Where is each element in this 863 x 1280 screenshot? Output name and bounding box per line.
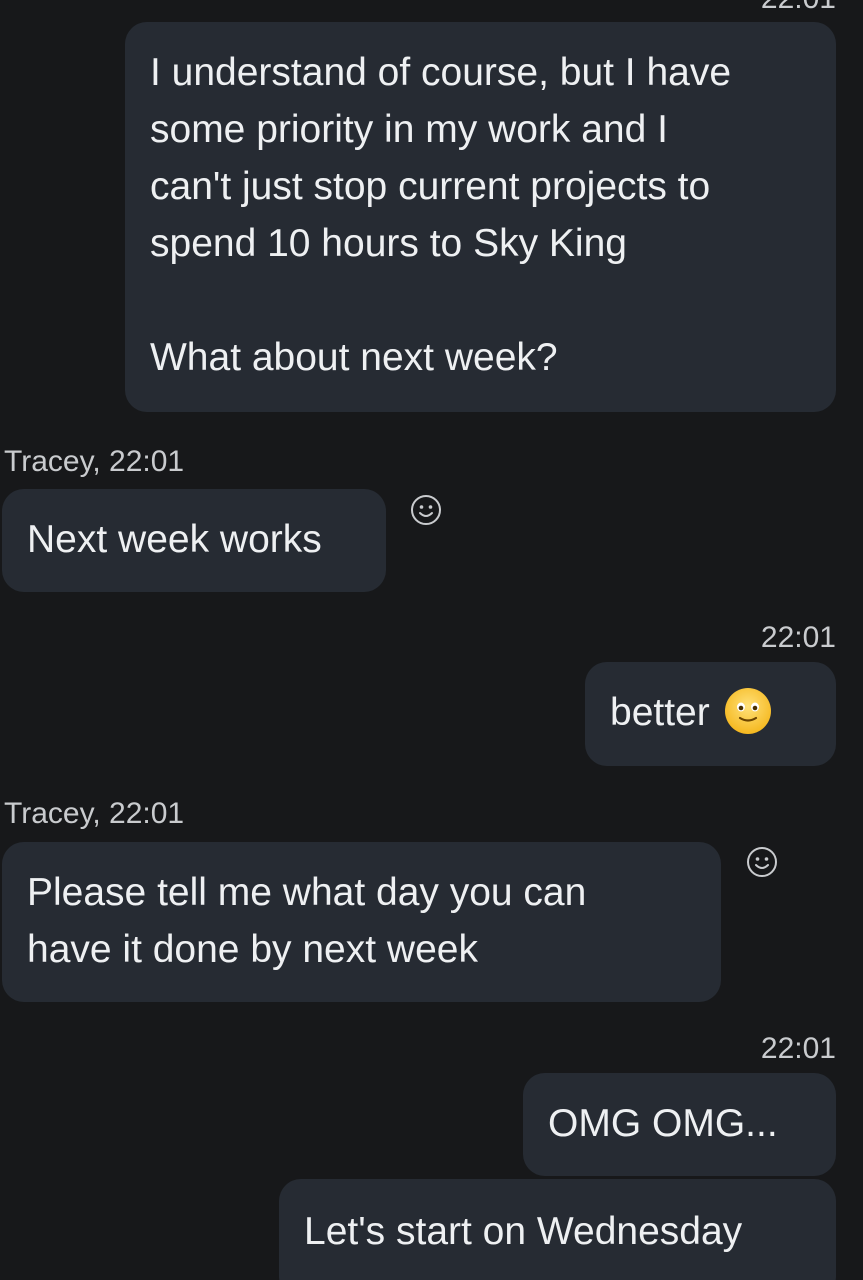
- outgoing-message-bubble[interactable]: Let's start on Wednesday: [279, 1179, 836, 1280]
- message-text: Next week works: [27, 518, 322, 561]
- slightly-smiling-face-emoji: [724, 687, 771, 734]
- outgoing-message-bubble[interactable]: better: [585, 662, 836, 766]
- message-timestamp: 22:01: [761, 0, 836, 14]
- incoming-message-bubble[interactable]: Next week works: [2, 489, 386, 592]
- message-timestamp: 22:01: [760, 1032, 836, 1065]
- incoming-message-bubble[interactable]: Please tell me what day you can have it …: [2, 842, 721, 1002]
- chat-thread: 22:01 I understand of course, but I have…: [0, 0, 863, 1280]
- message-text: Please tell me what day you can have it …: [27, 871, 587, 971]
- message-text: Let's start on Wednesday: [304, 1210, 743, 1253]
- sender-name-time: Tracey, 22:01: [4, 797, 185, 830]
- message-text: I understand of course, but I have some …: [150, 51, 732, 379]
- add-reaction-icon[interactable]: [746, 846, 778, 878]
- message-text: OMG OMG...: [548, 1102, 778, 1145]
- add-reaction-icon[interactable]: [410, 494, 442, 526]
- sender-name-time: Tracey, 22:01: [4, 445, 185, 478]
- message-text: better: [610, 691, 710, 734]
- outgoing-message-bubble[interactable]: I understand of course, but I have some …: [125, 22, 836, 412]
- outgoing-message-bubble[interactable]: OMG OMG...: [523, 1073, 836, 1176]
- message-timestamp: 22:01: [760, 621, 836, 654]
